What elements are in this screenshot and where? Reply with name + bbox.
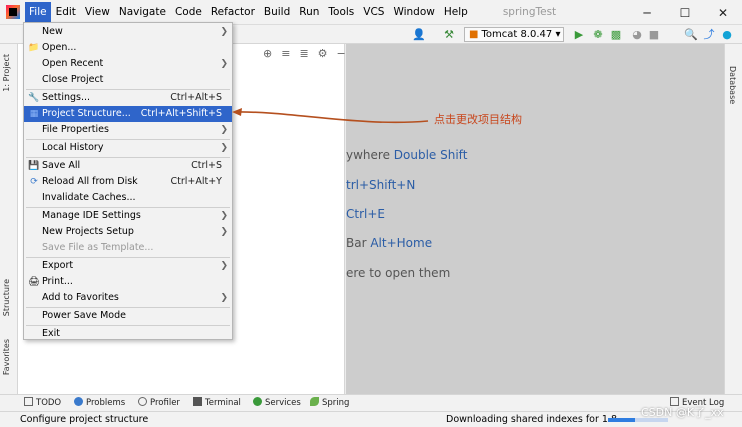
status-bar: Configure project structure Downloading …	[0, 411, 742, 427]
minimize-button[interactable]: ─	[628, 0, 666, 25]
tab-database[interactable]: Database	[728, 66, 737, 104]
locate-icon[interactable]: ⊕	[263, 47, 272, 60]
hint-go-to-file: trl+Shift+N	[346, 178, 416, 192]
annotation-text: 点击更改项目结构	[434, 113, 522, 126]
todo-icon	[24, 397, 33, 406]
menu-item-save-as-template: Save File as Template...	[42, 242, 154, 253]
expand-all-icon[interactable]: ≡	[281, 47, 290, 60]
tomcat-icon: ■	[469, 29, 479, 40]
user-icon[interactable]: 👤	[410, 27, 428, 42]
stop-icon[interactable]: ■	[648, 27, 660, 42]
close-window-button[interactable]: ✕	[704, 0, 742, 25]
menu-tools[interactable]: Tools	[324, 2, 358, 22]
tab-favorites[interactable]: Favorites	[2, 339, 11, 375]
menu-item-reload-all[interactable]: ⟳ Reload All from Disk Ctrl+Alt+Y	[24, 174, 232, 190]
menu-vcs[interactable]: VCS	[359, 2, 388, 22]
save-icon: 💾	[28, 161, 40, 171]
build-hammer-icon[interactable]: ⚒	[442, 27, 456, 42]
hide-icon[interactable]: −	[337, 47, 346, 60]
menu-item-project-structure[interactable]: ▦ Project Structure... Ctrl+Alt+Shift+S	[24, 106, 232, 122]
terminal-icon	[193, 397, 202, 406]
indexing-status[interactable]: Downloading shared indexes for 1.8	[446, 414, 617, 425]
right-tool-strip: Database	[724, 44, 742, 394]
spring-icon	[310, 397, 319, 406]
maximize-button[interactable]: ☐	[666, 0, 704, 25]
panel-header-icons: ⊕ ≡ ≣ ⚙ −	[263, 47, 346, 60]
intellij-logo-icon	[6, 5, 20, 19]
folder-icon: 📁	[28, 43, 40, 53]
menu-item-manage-ide-settings[interactable]: Manage IDE Settings ❯	[24, 208, 232, 224]
project-name: springTest	[502, 6, 557, 18]
gear-icon[interactable]: ⚙	[318, 47, 328, 60]
menu-item-export[interactable]: Export ❯	[24, 258, 232, 274]
menu-item-power-save-mode[interactable]: Power Save Mode	[24, 308, 232, 324]
menu-item-file-properties[interactable]: File Properties ❯	[24, 122, 232, 138]
menu-item-new-projects-setup[interactable]: New Projects Setup ❯	[24, 224, 232, 240]
run-config-label: Tomcat 8.0.47	[481, 29, 553, 40]
menu-item-settings[interactable]: 🔧 Settings... Ctrl+Alt+S	[24, 90, 232, 106]
hint-navigation-bar: Bar Alt+Home	[346, 236, 433, 250]
search-icon[interactable]: 🔍	[684, 27, 698, 42]
hint-recent-files: Ctrl+E	[346, 207, 385, 221]
coverage-icon[interactable]: ▩	[610, 27, 622, 42]
menu-item-local-history[interactable]: Local History ❯	[24, 140, 232, 156]
profiler-icon	[138, 397, 147, 406]
tab-problems[interactable]: Problems	[74, 397, 125, 408]
menu-navigate[interactable]: Navigate	[115, 2, 170, 22]
tab-services[interactable]: Services	[253, 397, 301, 408]
hint-search-everywhere: ywhere Double Shift	[346, 148, 468, 162]
menu-code[interactable]: Code	[171, 2, 206, 22]
menu-item-new[interactable]: New ❯	[24, 24, 232, 40]
menu-run[interactable]: Run	[295, 2, 323, 22]
menu-view[interactable]: View	[81, 2, 114, 22]
hint-drop-files: ere to open them	[346, 266, 451, 280]
update-icon[interactable]: ⤴	[702, 27, 716, 42]
tab-spring[interactable]: Spring	[310, 397, 349, 408]
editor-empty-area[interactable]: ywhere Double Shift trl+Shift+N Ctrl+E B…	[346, 44, 724, 394]
menu-file[interactable]: File	[25, 2, 51, 22]
tab-project[interactable]: 1: Project	[2, 54, 11, 92]
watermark: CSDN @K了_xx	[641, 406, 724, 419]
menu-item-save-all[interactable]: 💾 Save All Ctrl+S	[24, 158, 232, 174]
tab-profiler[interactable]: Profiler	[138, 397, 180, 408]
menu-item-invalidate-caches[interactable]: Invalidate Caches...	[24, 190, 232, 206]
run-icon[interactable]: ▶	[573, 27, 585, 42]
bottom-tool-tabs: TODO Problems Profiler Terminal Services…	[0, 394, 742, 411]
menu-window[interactable]: Window	[389, 2, 438, 22]
wrench-icon: 🔧	[28, 93, 40, 103]
print-icon: 🖨	[28, 277, 40, 287]
profile-icon[interactable]: ◕	[628, 27, 646, 42]
status-message: Configure project structure	[20, 414, 149, 425]
menu-item-open[interactable]: 📁 Open...	[24, 40, 232, 56]
debug-icon[interactable]: ❁	[592, 27, 604, 42]
project-structure-icon: ▦	[29, 109, 39, 119]
collapse-all-icon[interactable]: ≣	[299, 47, 308, 60]
menu-edit[interactable]: Edit	[52, 2, 80, 22]
menu-build[interactable]: Build	[260, 2, 294, 22]
tab-todo[interactable]: TODO	[24, 397, 61, 408]
window-controls: ─ ☐ ✕	[628, 0, 742, 25]
problems-icon	[74, 397, 83, 406]
menu-item-add-to-favorites[interactable]: Add to Favorites ❯	[24, 290, 232, 306]
progress-fill	[608, 418, 635, 422]
menu-item-close-project[interactable]: Close Project	[24, 72, 232, 88]
menu-help[interactable]: Help	[440, 2, 472, 22]
run-configuration-select[interactable]: ■ Tomcat 8.0.47 ▾	[464, 27, 564, 42]
services-icon	[253, 397, 262, 406]
tab-structure[interactable]: Structure	[2, 279, 11, 316]
menu-item-exit[interactable]: Exit	[24, 326, 232, 342]
left-tool-strip: 1: Project Structure Favorites	[0, 44, 18, 394]
jetbrains-toolbox-icon[interactable]: ●	[720, 27, 734, 42]
tab-terminal[interactable]: Terminal	[193, 397, 241, 408]
file-menu-dropdown: New ❯ 📁 Open... Open Recent ❯ Close Project…	[23, 22, 233, 340]
reload-icon: ⟳	[30, 177, 38, 187]
menu-item-open-recent[interactable]: Open Recent ❯	[24, 56, 232, 72]
menu-item-print[interactable]: 🖨 Print...	[24, 274, 232, 290]
menu-refactor[interactable]: Refactor	[207, 2, 259, 22]
